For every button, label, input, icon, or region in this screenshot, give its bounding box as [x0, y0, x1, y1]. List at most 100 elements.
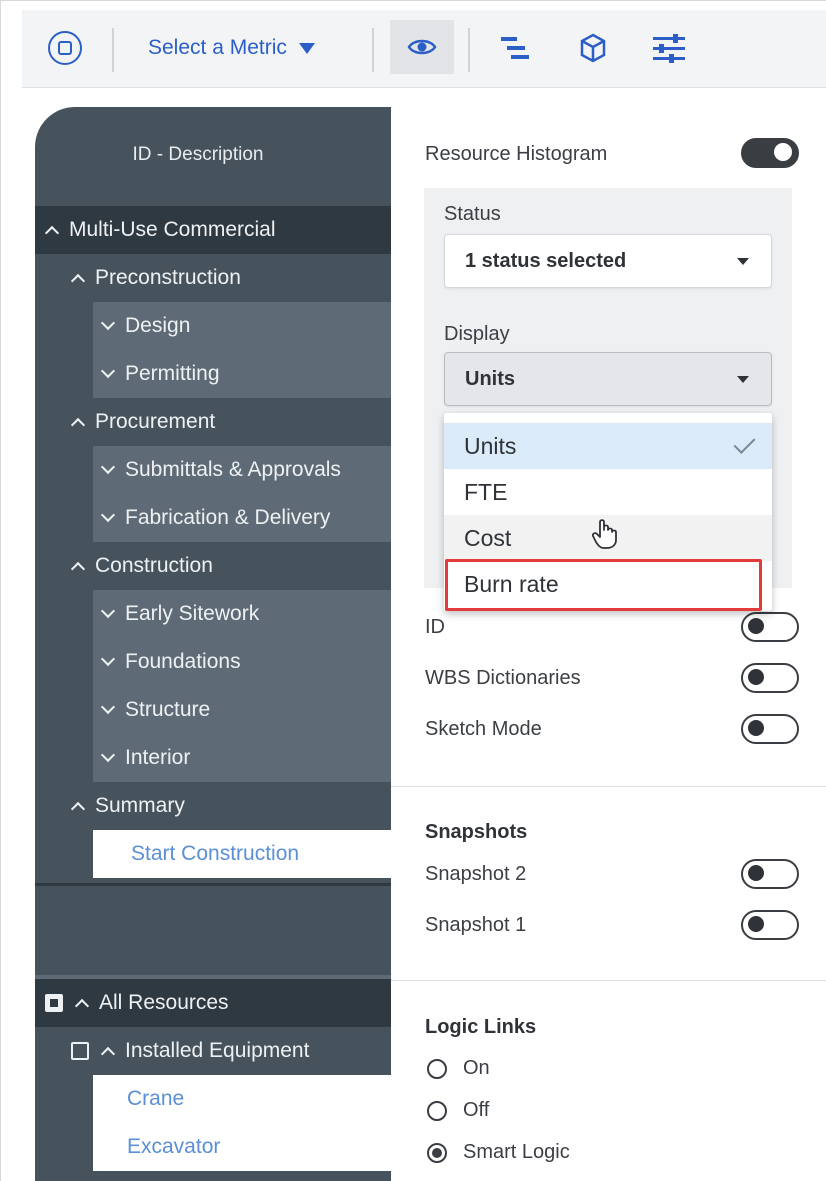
chevron-up-icon[interactable] — [70, 801, 86, 817]
resource-row[interactable]: Installed Equipment — [35, 1027, 391, 1075]
chevron-down-icon[interactable] — [100, 459, 116, 475]
toolbar: Select a Metric — [22, 10, 826, 88]
tree-row-label: Procurement — [95, 410, 216, 433]
caret-down-icon — [298, 42, 315, 54]
tree-row-label: Design — [125, 314, 191, 337]
tree-row[interactable]: Interior — [35, 734, 391, 782]
toolbar-divider — [468, 28, 470, 72]
tree-row[interactable]: Summary — [35, 782, 391, 830]
column-header: ID - Description — [132, 143, 264, 165]
chevron-up-icon[interactable] — [44, 225, 60, 241]
resource-histogram-label: Resource Histogram — [425, 143, 608, 165]
snapshots-title: Snapshots — [425, 821, 528, 843]
toggle-knob — [748, 916, 764, 932]
checkbox-partial[interactable] — [45, 994, 63, 1012]
resource-row-label: All Resources — [99, 991, 229, 1014]
logic-links-title: Logic Links — [425, 1016, 537, 1038]
resource-row-label: Crane — [127, 1087, 185, 1110]
toolbar-divider — [112, 28, 114, 72]
toggle-knob — [774, 143, 792, 161]
tree-row-label: Fabrication & Delivery — [125, 506, 331, 529]
chevron-down-icon[interactable] — [100, 747, 116, 763]
tree-row[interactable]: Preconstruction — [35, 254, 391, 302]
toggle-knob — [748, 865, 764, 881]
chevron-down-icon[interactable] — [100, 363, 116, 379]
tree-row[interactable]: Procurement — [35, 398, 391, 446]
gantt-bars-icon[interactable] — [492, 24, 538, 72]
tree-row[interactable]: Foundations — [35, 638, 391, 686]
id-toggle[interactable] — [741, 612, 799, 642]
resource-histogram-toggle[interactable] — [741, 138, 799, 168]
snapshot-label: Snapshot 2 — [425, 863, 527, 885]
sliders-icon[interactable] — [642, 24, 696, 72]
chevron-down-icon[interactable] — [100, 507, 116, 523]
resource-row[interactable]: All Resources — [35, 979, 391, 1027]
burn-rate-highlight — [445, 559, 762, 611]
toggle-knob — [748, 618, 764, 634]
tree-row-label: Summary — [95, 794, 185, 817]
tree-row-label: Early Sitework — [125, 602, 260, 625]
wbs-dictionaries-toggle[interactable] — [741, 663, 799, 693]
id-toggle-label: ID — [425, 616, 445, 638]
toolbar-divider — [372, 28, 374, 72]
tree-row[interactable]: Design — [35, 302, 391, 350]
section-divider — [391, 786, 826, 787]
chevron-down-icon[interactable] — [100, 651, 116, 667]
tree-row[interactable]: Construction — [35, 542, 391, 590]
toggle-knob — [748, 720, 764, 736]
chevron-up-icon[interactable] — [70, 273, 86, 289]
logic-smart-label: Smart Logic — [463, 1141, 570, 1163]
eye-icon[interactable] — [390, 20, 454, 74]
resource-row-label: Excavator — [127, 1135, 221, 1158]
tree-row-label: Structure — [125, 698, 211, 721]
logic-on-label: On — [463, 1057, 490, 1079]
cube-icon[interactable] — [570, 24, 616, 72]
checkbox[interactable] — [71, 1042, 89, 1060]
tree-spacer — [35, 883, 391, 975]
section-divider — [391, 980, 826, 981]
app-logo-icon[interactable] — [42, 24, 88, 72]
sketch-mode-label: Sketch Mode — [425, 718, 542, 740]
snapshot-1-toggle[interactable] — [741, 910, 799, 940]
caret-down-icon — [737, 258, 749, 265]
tree-row[interactable]: Fabrication & Delivery — [35, 494, 391, 542]
logic-smart-radio[interactable] — [427, 1143, 447, 1163]
caret-down-icon — [737, 376, 749, 383]
tree-row[interactable]: Submittals & Approvals — [35, 446, 391, 494]
display-select[interactable]: Units — [444, 352, 772, 406]
tree-row[interactable]: Multi-Use Commercial — [35, 206, 391, 254]
display-option-units[interactable]: Units — [444, 423, 772, 469]
chevron-up-icon[interactable] — [70, 417, 86, 433]
toggle-knob — [748, 669, 764, 685]
resource-row-link[interactable]: Excavator — [35, 1123, 391, 1171]
logic-off-radio[interactable] — [427, 1101, 447, 1121]
snapshot-2-toggle[interactable] — [741, 859, 799, 889]
chevron-down-icon[interactable] — [100, 315, 116, 331]
display-label: Display — [444, 323, 510, 345]
tree-row-label: Permitting — [125, 362, 220, 385]
chevron-up-icon[interactable] — [74, 998, 90, 1014]
wbs-dictionaries-label: WBS Dictionaries — [425, 667, 581, 689]
tree-row[interactable]: Structure — [35, 686, 391, 734]
tree-row[interactable]: Early Sitework — [35, 590, 391, 638]
chevron-up-icon[interactable] — [100, 1046, 116, 1062]
select-metric-dropdown[interactable]: Select a Metric — [134, 24, 354, 72]
status-select[interactable]: 1 status selected — [444, 234, 772, 288]
chevron-up-icon[interactable] — [70, 561, 86, 577]
logic-on-radio[interactable] — [427, 1059, 447, 1079]
chevron-down-icon[interactable] — [100, 603, 116, 619]
resource-row-link[interactable]: Crane — [35, 1075, 391, 1123]
tree-row-label: Foundations — [125, 650, 241, 673]
option-label: Units — [464, 432, 517, 459]
tree-row-label: Construction — [95, 554, 213, 577]
sketch-mode-toggle[interactable] — [741, 714, 799, 744]
snapshot-label: Snapshot 1 — [425, 914, 527, 936]
wbs-tree-panel: ID - Description Multi-Use Commercial Pr… — [35, 107, 391, 1181]
tree-row-link[interactable]: Start Construction — [35, 830, 391, 878]
chevron-down-icon[interactable] — [100, 699, 116, 715]
tree-row[interactable]: Permitting — [35, 350, 391, 398]
display-option-fte[interactable]: FTE — [444, 469, 772, 515]
tree-row-label: Multi-Use Commercial — [69, 218, 276, 241]
option-label: FTE — [464, 478, 508, 505]
view-settings-panel: Resource Histogram Status 1 status selec… — [391, 88, 826, 1181]
